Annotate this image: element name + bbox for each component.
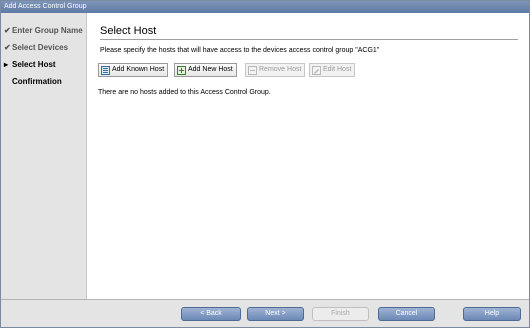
button-label: Add New Host [188, 66, 233, 73]
step-select-host: ▸ Select Host [4, 59, 56, 71]
cancel-button[interactable]: Cancel [378, 307, 435, 321]
button-label: Remove Host [259, 66, 302, 73]
main-panel: Select Host Please specify the hosts tha… [88, 13, 529, 299]
checkmark-icon: ✔ [4, 26, 11, 35]
add-known-host-button[interactable]: Add Known Host [98, 63, 169, 77]
help-button[interactable]: Help [463, 307, 521, 321]
checkmark-icon: ✔ [4, 43, 11, 52]
step-label: Select Devices [12, 43, 69, 52]
host-list-icon [101, 65, 110, 75]
current-step-arrow-icon: ▸ [4, 60, 9, 69]
step-label: Select Host [12, 60, 56, 69]
window-title: Add Access Control Group [1, 1, 529, 13]
step-confirmation: Confirmation [4, 76, 62, 88]
remove-host-button[interactable]: Remove Host [245, 63, 306, 77]
edit-host-button[interactable]: Edit Host [309, 63, 356, 77]
add-new-host-button[interactable]: Add New Host [174, 63, 237, 77]
next-button[interactable]: Next > [247, 307, 304, 321]
instruction-text: Please specify the hosts that will have … [100, 47, 380, 54]
wizard-footer: < Back Next > Finish Cancel Help [1, 299, 529, 327]
wizard-window: Add Access Control Group ✔Enter Group Na… [0, 0, 530, 328]
button-label: Edit Host [323, 66, 352, 73]
page-title: Select Host [100, 24, 518, 40]
remove-host-icon [248, 65, 257, 75]
edit-host-icon [312, 65, 321, 75]
back-button[interactable]: < Back [181, 307, 241, 321]
empty-hosts-message: There are no hosts added to this Access … [98, 89, 271, 96]
finish-button[interactable]: Finish [312, 307, 369, 321]
wizard-steps-sidebar: ✔Enter Group Name ✔Select Devices ▸ Selec… [1, 13, 87, 299]
step-label: Confirmation [12, 77, 62, 86]
button-label: Add Known Host [112, 66, 165, 73]
step-label: Enter Group Name [12, 26, 83, 35]
step-select-devices: ✔Select Devices [4, 42, 68, 54]
new-host-icon [177, 65, 186, 75]
step-enter-group-name: ✔Enter Group Name [4, 25, 83, 37]
